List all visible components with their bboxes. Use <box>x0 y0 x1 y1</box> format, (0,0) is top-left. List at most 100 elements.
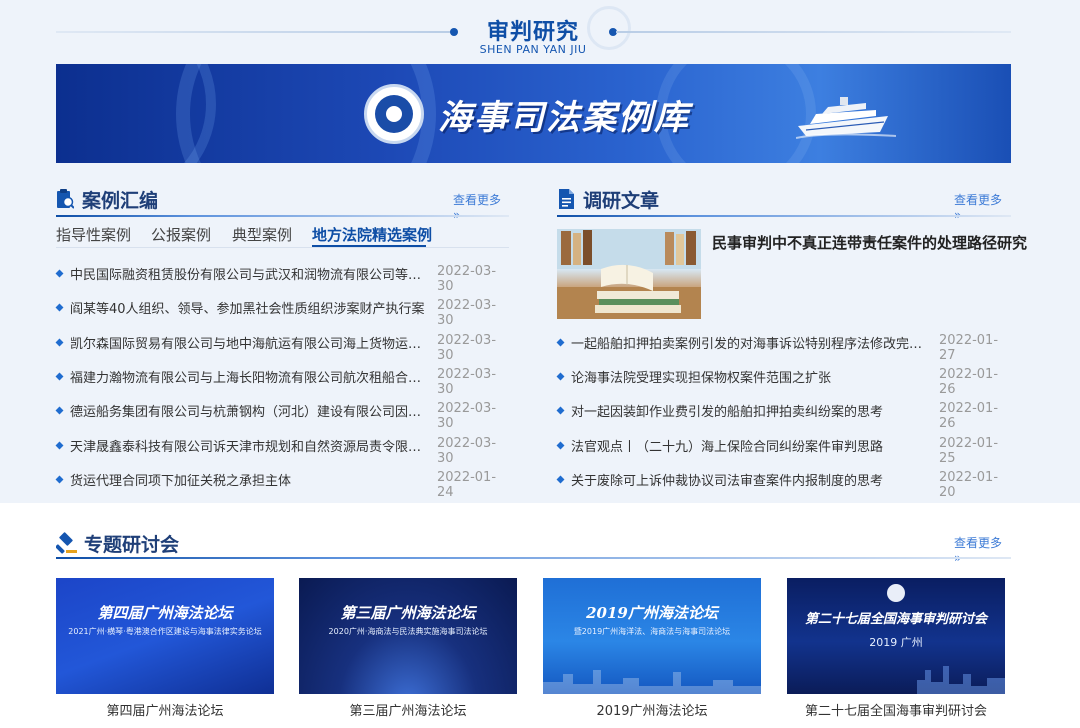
cases-more-link[interactable]: 查看更多 » <box>453 191 509 222</box>
cruise-ship-icon <box>796 97 896 139</box>
list-item[interactable]: 凯尔森国际贸易有限公司与地中海航运有限公司海上货物运输... 2022-03-3… <box>55 333 509 363</box>
case-tabs: 指导性案例 公报案例 典型案例 地方法院精选案例 <box>56 224 509 248</box>
header-dot-left <box>450 28 458 36</box>
tab-guiding-cases[interactable]: 指导性案例 <box>56 224 131 245</box>
list-item-title[interactable]: 凯尔森国际贸易有限公司与地中海航运有限公司海上货物运输... <box>70 333 426 352</box>
seminar-thumbnail[interactable]: 第四届广州海法论坛 2021广州·横琴·粤港澳合作区建设与海事法律实务论坛 <box>56 578 274 694</box>
bullet-icon <box>55 303 64 312</box>
list-item-title[interactable]: 天津晟鑫泰科技有限公司诉天津市规划和自然资源局责令限期... <box>70 436 426 455</box>
tab-local-court-selected-cases[interactable]: 地方法院精选案例 <box>312 224 432 245</box>
research-header-underline <box>557 215 1011 217</box>
section-subtitle: SHEN PAN YAN JIU <box>479 43 587 56</box>
maritime-case-library-banner[interactable]: 海事司法案例库 <box>56 64 1011 163</box>
list-item[interactable]: 福建力瀚物流有限公司与上海长阳物流有限公司航次租船合同... 2022-03-3… <box>55 367 509 397</box>
seminars-header: 专题研讨会 查看更多 » <box>56 530 1011 565</box>
section-header: 审判研究 SHEN PAN YAN JIU <box>56 6 1011 58</box>
list-item-date: 2022-03-30 <box>437 436 497 466</box>
list-item-title[interactable]: 货运代理合同项下加征关税之承担主体 <box>70 470 426 489</box>
feature-article-image[interactable] <box>557 229 701 319</box>
header-divider-left <box>56 31 452 33</box>
case-folder-icon <box>57 189 74 209</box>
list-item[interactable]: 货运代理合同项下加征关税之承担主体 2022-01-24 <box>55 470 509 500</box>
list-item[interactable]: 天津晟鑫泰科技有限公司诉天津市规划和自然资源局责令限期... 2022-03-3… <box>55 436 509 466</box>
list-item[interactable]: 一起船舶扣押拍卖案例引发的对海事诉讼特别程序法修改完善... 2022-01-2… <box>556 333 1011 363</box>
list-item-title[interactable]: 关于废除可上诉仲裁协议司法审查案件内报制度的思考 <box>571 470 927 489</box>
seminars-header-underline <box>56 557 1011 559</box>
list-item[interactable]: 法官观点丨（二十九）海上保险合同纠纷案件审判思路 2022-01-25 <box>556 436 1011 466</box>
list-item[interactable]: 关于废除可上诉仲裁协议司法审查案件内报制度的思考 2022-01-20 <box>556 470 1011 500</box>
cases-header-underline <box>56 215 509 217</box>
city-skyline-decoration <box>917 666 1005 694</box>
bullet-icon <box>55 441 64 450</box>
thumbnail-subtitle: 2020广州·海商法与民法典实施海事司法论坛 <box>328 627 488 636</box>
seminar-caption[interactable]: 第二十七届全国海事审判研讨会 <box>787 700 1005 719</box>
bullet-icon <box>556 475 565 484</box>
bullet-icon <box>556 406 565 415</box>
list-item-title[interactable]: 一起船舶扣押拍卖案例引发的对海事诉讼特别程序法修改完善... <box>571 333 927 352</box>
gavel-icon <box>56 532 77 554</box>
thumbnail-subtitle: 2019 广州 <box>869 636 923 649</box>
list-item-title[interactable]: 阎某等40人组织、领导、参加黑社会性质组织涉案财产执行案 <box>70 298 426 317</box>
research-more-link[interactable]: 查看更多 » <box>954 191 1011 222</box>
list-item-date: 2022-01-26 <box>939 367 999 397</box>
list-item-title[interactable]: 德运船务集团有限公司与杭萧钢构（河北）建设有限公司因保... <box>70 401 426 420</box>
seminar-thumbnail[interactable]: 第二十七届全国海事审判研讨会 2019 广州 <box>787 578 1005 694</box>
cases-title: 案例汇编 <box>82 190 159 212</box>
banner-title: 海事司法案例库 <box>438 98 690 138</box>
seminar-thumbnail[interactable]: 2019广州海法论坛 暨2019广州海洋法、海商法与海事司法论坛 <box>543 578 761 694</box>
cases-header: 案例汇编 查看更多 » <box>56 186 509 222</box>
list-item[interactable]: 中民国际融资租赁股份有限公司与武汉和润物流有限公司等七... 2022-03-3… <box>55 264 509 294</box>
thumbnail-title: 2019广州海法论坛 <box>586 604 718 622</box>
list-item-date: 2022-03-30 <box>437 333 497 363</box>
seminar-caption[interactable]: 第三届广州海法论坛 <box>299 700 517 719</box>
list-item-date: 2022-03-30 <box>437 401 497 431</box>
seminars-title: 专题研讨会 <box>84 534 180 556</box>
list-item[interactable]: 对一起因装卸作业费引发的船舶扣押拍卖纠纷案的思考 2022-01-26 <box>556 401 1011 431</box>
list-item-date: 2022-01-20 <box>939 470 999 500</box>
list-item[interactable]: 阎某等40人组织、领导、参加黑社会性质组织涉案财产执行案 2022-03-30 <box>55 298 509 328</box>
thumbnail-subtitle: 2021广州·横琴·粤港澳合作区建设与海事法律实务论坛 <box>68 627 262 636</box>
city-skyline-decoration <box>543 670 761 694</box>
list-item-title[interactable]: 中民国际融资租赁股份有限公司与武汉和润物流有限公司等七... <box>70 264 426 283</box>
bullet-icon <box>55 475 64 484</box>
bullet-icon <box>556 372 565 381</box>
bullet-icon <box>556 338 565 347</box>
court-seal-icon <box>364 84 424 144</box>
feature-article-title[interactable]: 民事审判中不真正连带责任案件的处理路径研究 <box>712 232 1027 253</box>
document-icon <box>559 189 574 209</box>
thumbnail-title: 第二十七届全国海事审判研讨会 <box>804 612 987 627</box>
thumbnail-title: 第四届广州海法论坛 <box>97 604 233 622</box>
seminar-thumbnail[interactable]: 第三届广州海法论坛 2020广州·海商法与民法典实施海事司法论坛 <box>299 578 517 694</box>
list-item-title[interactable]: 福建力瀚物流有限公司与上海长阳物流有限公司航次租船合同... <box>70 367 426 386</box>
list-item-date: 2022-01-25 <box>939 436 999 466</box>
list-item-date: 2022-01-27 <box>939 333 999 363</box>
bullet-icon <box>55 406 64 415</box>
header-divider-right <box>616 31 1011 33</box>
list-item-date: 2022-03-30 <box>437 298 497 328</box>
seminar-caption[interactable]: 2019广州海法论坛 <box>543 700 761 719</box>
bullet-icon <box>55 372 64 381</box>
tab-gazette-cases[interactable]: 公报案例 <box>151 224 211 245</box>
list-item-date: 2022-03-30 <box>437 367 497 397</box>
list-item[interactable]: 论海事法院受理实现担保物权案件范围之扩张 2022-01-26 <box>556 367 1011 397</box>
list-item-date: 2022-03-30 <box>437 264 497 294</box>
list-item-date: 2022-01-24 <box>437 470 497 500</box>
active-tab-indicator <box>312 245 426 247</box>
seminars-more-link[interactable]: 查看更多 » <box>954 534 1011 565</box>
list-item-date: 2022-01-26 <box>939 401 999 431</box>
thumbnail-subtitle: 暨2019广州海洋法、海商法与海事司法论坛 <box>573 627 731 636</box>
list-item-title[interactable]: 对一起因装卸作业费引发的船舶扣押拍卖纠纷案的思考 <box>571 401 927 420</box>
bullet-icon <box>556 441 565 450</box>
seminar-caption[interactable]: 第四届广州海法论坛 <box>56 700 274 719</box>
section-title: 审判研究 <box>486 20 579 45</box>
tab-typical-cases[interactable]: 典型案例 <box>232 224 292 245</box>
books-image <box>557 229 701 319</box>
research-header: 调研文章 查看更多 » <box>557 186 1011 222</box>
court-emblem-icon <box>887 584 905 602</box>
bullet-icon <box>55 269 64 278</box>
list-item[interactable]: 德运船务集团有限公司与杭萧钢构（河北）建设有限公司因保... 2022-03-3… <box>55 401 509 431</box>
thumbnail-title: 第三届广州海法论坛 <box>340 604 476 622</box>
research-title: 调研文章 <box>583 190 660 212</box>
list-item-title[interactable]: 论海事法院受理实现担保物权案件范围之扩张 <box>571 367 927 386</box>
list-item-title[interactable]: 法官观点丨（二十九）海上保险合同纠纷案件审判思路 <box>571 436 927 455</box>
